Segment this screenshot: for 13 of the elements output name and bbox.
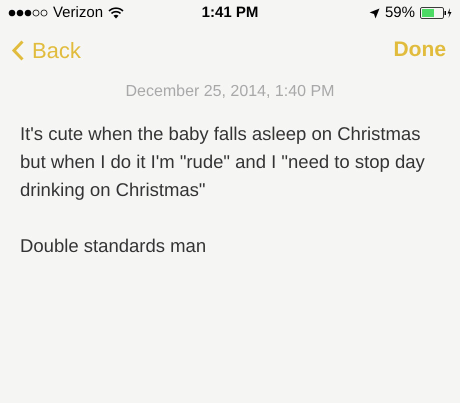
clock-time: 1:41 PM xyxy=(202,2,258,23)
note-paragraph: Double standards man xyxy=(20,234,208,258)
wifi-icon xyxy=(108,7,124,19)
back-button[interactable]: Back xyxy=(12,34,81,66)
chevron-left-icon xyxy=(12,40,24,60)
battery-percent: 59% xyxy=(384,2,415,23)
signal-icon xyxy=(8,9,48,17)
carrier-name: Verizon xyxy=(53,2,104,23)
done-button[interactable]: Done xyxy=(394,34,448,66)
battery-icon xyxy=(420,7,452,19)
note-date: December 25, 2014, 1:40 PM xyxy=(125,82,334,102)
location-arrow-icon xyxy=(368,8,380,18)
note-paragraph: It's cute when the baby falls asleep on Christmas but when I do it I'm "rude" and I "need to stop day drinking on Christmas" xyxy=(20,122,426,202)
